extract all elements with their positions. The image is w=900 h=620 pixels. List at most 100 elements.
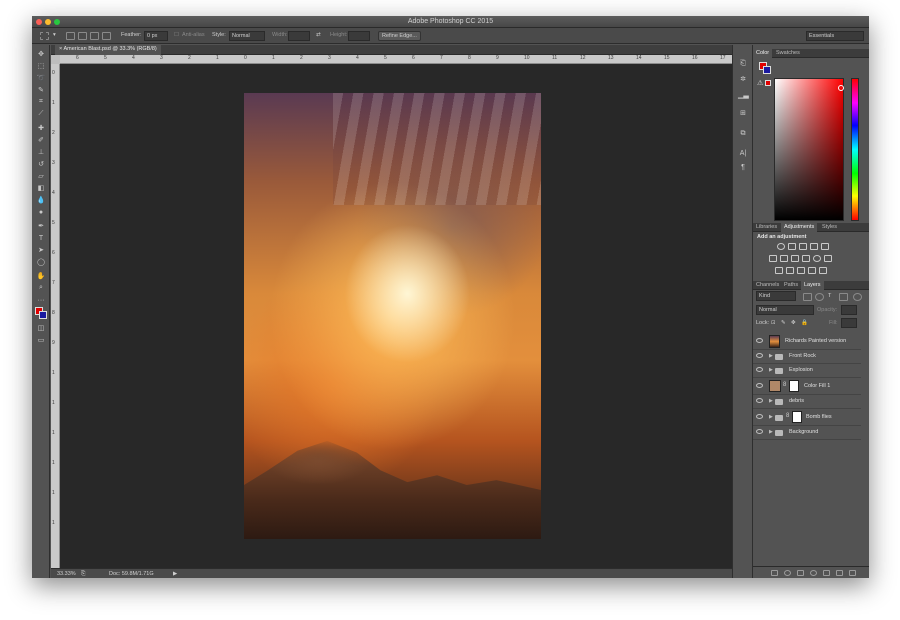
eye-icon[interactable]	[756, 383, 763, 388]
filter-adjustment-icon[interactable]	[815, 293, 824, 301]
filter-toggle-icon[interactable]	[853, 293, 862, 301]
channel-mixer-icon[interactable]	[813, 255, 821, 262]
width-input[interactable]	[288, 31, 310, 41]
lock-position-icon[interactable]: ✥	[791, 320, 796, 326]
gradient-tool-icon[interactable]: ◧	[36, 183, 46, 193]
height-input[interactable]	[348, 31, 370, 41]
add-mask-icon[interactable]	[797, 570, 804, 576]
type-tool-icon[interactable]: T	[36, 233, 46, 243]
gradient-map-icon[interactable]	[808, 267, 816, 274]
selective-color-icon[interactable]	[819, 267, 827, 274]
eye-icon[interactable]	[756, 338, 763, 343]
add-to-selection-icon[interactable]	[78, 32, 87, 40]
brush-tool-icon[interactable]: ✐	[36, 135, 46, 145]
color-spectrum-field[interactable]	[774, 78, 844, 221]
layer-row[interactable]: Richards Painted version	[753, 333, 861, 350]
layer-row[interactable]: ▶ debris	[753, 395, 861, 409]
character-panel-icon[interactable]: A|	[738, 149, 748, 158]
ruler-origin[interactable]	[51, 55, 60, 64]
layer-row[interactable]: ▶ 8 Bomb flies	[753, 409, 861, 426]
eye-icon[interactable]	[756, 353, 763, 358]
subtract-from-selection-icon[interactable]	[90, 32, 99, 40]
layer-row[interactable]: ▶ Background	[753, 426, 861, 440]
history-panel-icon[interactable]: ⎗	[738, 59, 748, 68]
chevron-down-icon[interactable]: ▾	[53, 32, 56, 38]
color-balance-icon[interactable]	[780, 255, 788, 262]
link-icon[interactable]: 8	[783, 382, 786, 388]
new-group-icon[interactable]	[823, 570, 830, 576]
more-tools-icon[interactable]: ···	[36, 295, 46, 305]
healing-brush-tool-icon[interactable]: ✚	[36, 123, 46, 133]
eraser-tool-icon[interactable]: ▱	[36, 171, 46, 181]
clone-stamp-tool-icon[interactable]: ⊥	[36, 147, 46, 157]
layer-row[interactable]: ▶ Front Rock	[753, 350, 861, 364]
filter-type-icon[interactable]: T	[828, 293, 831, 299]
background-color-swatch[interactable]	[39, 311, 47, 319]
history-brush-tool-icon[interactable]: ↺	[36, 159, 46, 169]
marquee-tool-preset-icon[interactable]	[40, 32, 49, 40]
trash-icon[interactable]	[849, 570, 856, 576]
style-select[interactable]: Normal	[229, 31, 265, 41]
black-white-icon[interactable]	[791, 255, 799, 262]
pen-tool-icon[interactable]: ✒	[36, 221, 46, 231]
color-lookup-icon[interactable]	[824, 255, 832, 262]
vibrance-icon[interactable]	[821, 243, 829, 250]
expand-triangle-icon[interactable]: ▶	[769, 353, 773, 359]
blur-tool-icon[interactable]: 💧	[36, 195, 46, 205]
lock-transparent-icon[interactable]: ⊡	[771, 320, 776, 326]
lasso-tool-icon[interactable]: ➰	[36, 73, 46, 83]
intersect-selection-icon[interactable]	[102, 32, 111, 40]
lock-image-icon[interactable]: ✎	[781, 320, 786, 326]
threshold-icon[interactable]	[797, 267, 805, 274]
new-selection-icon[interactable]	[66, 32, 75, 40]
ellipse-tool-icon[interactable]: ◯	[36, 257, 46, 267]
hue-slider[interactable]	[851, 78, 859, 221]
tab-channels[interactable]: Channels	[753, 281, 782, 290]
tab-layers[interactable]: Layers	[801, 281, 824, 290]
paragraph-panel-icon[interactable]: ¶	[738, 163, 748, 172]
new-adjustment-layer-icon[interactable]	[810, 570, 817, 576]
exposure-icon[interactable]	[810, 243, 818, 250]
curves-icon[interactable]	[799, 243, 807, 250]
eye-icon[interactable]	[756, 398, 763, 403]
filter-pixel-icon[interactable]	[803, 293, 812, 301]
properties-panel-icon[interactable]: ⊞	[738, 109, 748, 118]
feather-input[interactable]: 0 px	[144, 31, 168, 41]
tab-paths[interactable]: Paths	[781, 281, 801, 290]
tab-libraries[interactable]: Libraries	[753, 223, 780, 232]
crop-tool-icon[interactable]: ⌗	[36, 97, 46, 107]
quick-mask-icon[interactable]: ◫	[36, 323, 46, 333]
dodge-tool-icon[interactable]: ●	[36, 207, 46, 217]
status-menu-arrow-icon[interactable]: ▶	[173, 571, 177, 577]
invert-icon[interactable]	[775, 267, 783, 274]
brightness-contrast-icon[interactable]	[777, 243, 785, 250]
tab-adjustments[interactable]: Adjustments	[781, 223, 818, 232]
marquee-tool-icon[interactable]: ⬚	[36, 61, 46, 71]
eye-icon[interactable]	[756, 429, 763, 434]
opacity-input[interactable]	[841, 305, 857, 315]
share-icon[interactable]: ⎘	[81, 571, 85, 578]
canvas-area[interactable]	[60, 64, 732, 568]
eye-icon[interactable]	[756, 367, 763, 372]
hue-saturation-icon[interactable]	[769, 255, 777, 262]
vertical-ruler[interactable]: 0 1 2 3 4 5 6 7 8 9 1 1 1 1 1 1	[51, 64, 60, 568]
panel-background-swatch[interactable]	[763, 66, 771, 74]
blend-mode-select[interactable]: Normal	[756, 305, 814, 315]
hand-tool-icon[interactable]: ✋	[36, 271, 46, 281]
expand-triangle-icon[interactable]: ▶	[769, 429, 773, 435]
eyedropper-tool-icon[interactable]: ⟋	[36, 109, 46, 119]
histogram-panel-icon[interactable]: ▁▃	[738, 91, 749, 100]
swap-dimensions-icon[interactable]: ⇄	[316, 32, 321, 38]
eye-icon[interactable]	[756, 414, 763, 419]
layer-style-icon[interactable]	[784, 570, 791, 576]
filter-shape-icon[interactable]	[839, 293, 848, 301]
refine-edge-button[interactable]: Refine Edge...	[378, 31, 421, 41]
new-layer-icon[interactable]	[836, 570, 843, 576]
web-safe-swatch[interactable]	[765, 80, 771, 86]
link-icon[interactable]: 8	[786, 413, 789, 419]
tab-color[interactable]: Color	[753, 49, 773, 58]
lock-all-icon[interactable]: 🔒	[801, 320, 808, 326]
tab-swatches[interactable]: Swatches	[773, 49, 803, 58]
workspace-select[interactable]: Essentials	[806, 31, 864, 41]
posterize-icon[interactable]	[786, 267, 794, 274]
